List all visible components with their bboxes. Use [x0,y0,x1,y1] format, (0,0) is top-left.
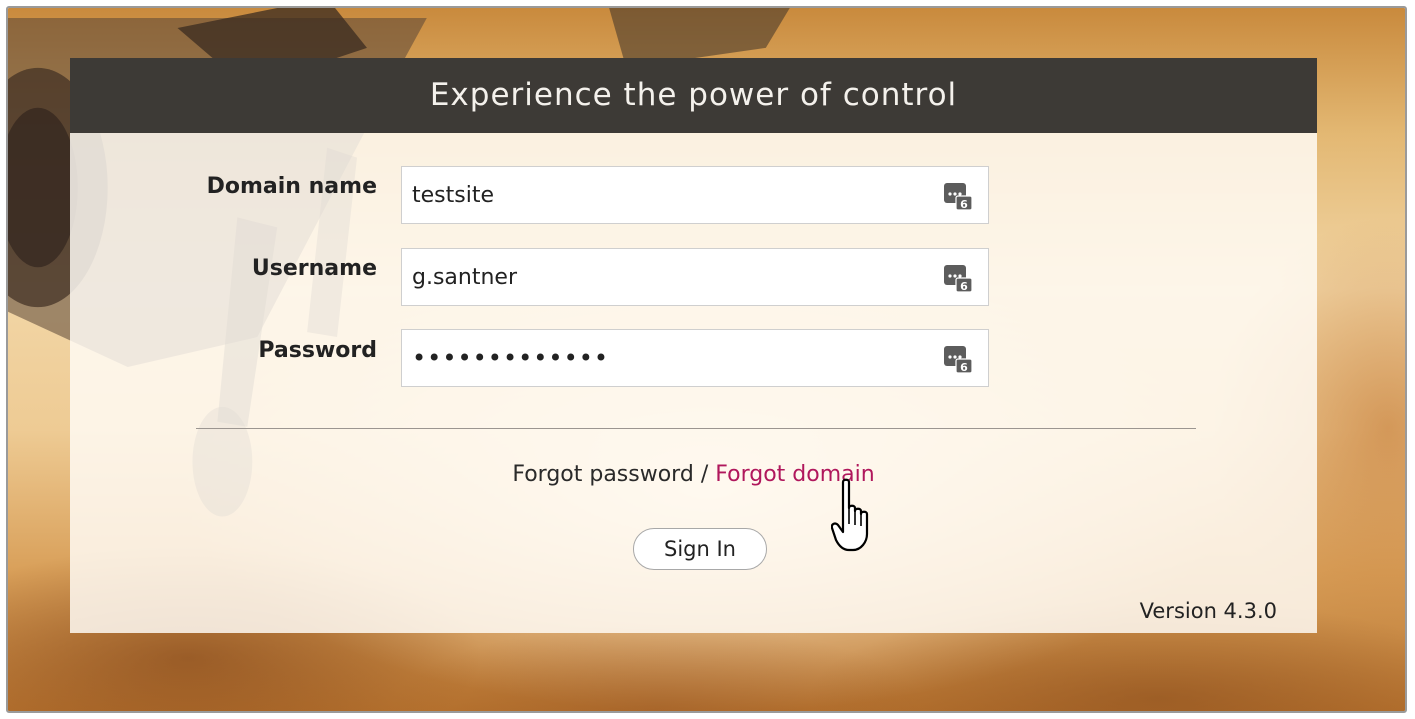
panel-title: Experience the power of control [70,58,1317,133]
forgot-links: Forgot password / Forgot domain [70,462,1317,487]
username-field[interactable]: 6 [401,248,989,306]
svg-text:6: 6 [960,198,968,211]
login-panel: Experience the power of control Domain n… [70,58,1317,633]
svg-text:6: 6 [960,361,968,374]
forgot-password-link[interactable]: Forgot password [512,462,693,487]
browser-frame: Experience the power of control Domain n… [6,6,1407,713]
password-field[interactable]: 6 [401,329,989,387]
username-label: Username [251,256,377,281]
forgot-domain-link[interactable]: Forgot domain [715,462,874,487]
domain-label: Domain name [206,174,377,199]
password-label: Password [258,338,377,363]
username-input[interactable] [412,249,932,305]
keyboard-icon[interactable]: 6 [942,179,974,211]
keyboard-icon[interactable]: 6 [942,261,974,293]
keyboard-icon[interactable]: 6 [942,342,974,374]
svg-text:6: 6 [960,280,968,293]
domain-input[interactable] [412,167,932,223]
version-label: Version 4.3.0 [1139,599,1277,623]
domain-field[interactable]: 6 [401,166,989,224]
divider [196,428,1196,429]
link-separator: / [700,462,709,487]
sign-in-button[interactable]: Sign In [633,528,767,570]
password-input[interactable] [412,330,932,386]
